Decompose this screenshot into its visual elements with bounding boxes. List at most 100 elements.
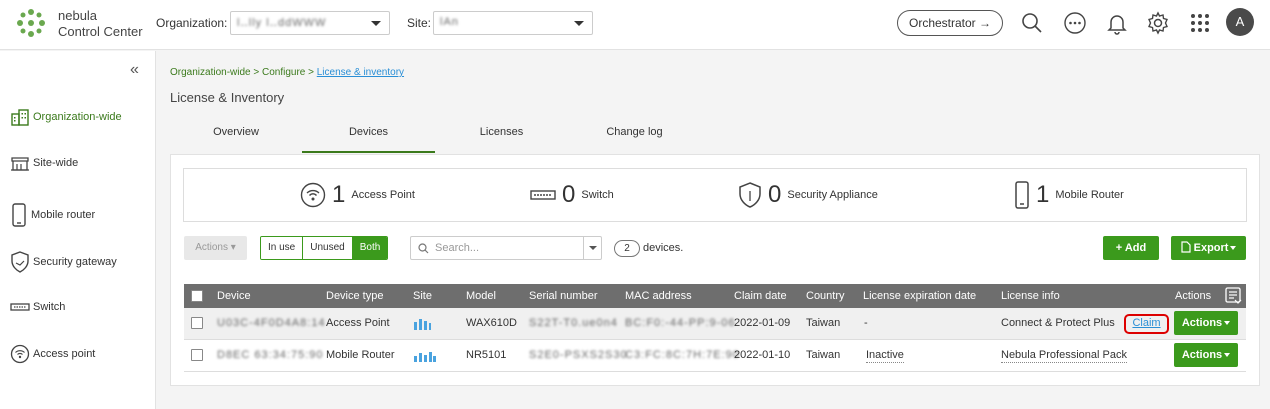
search-icon[interactable] [1020,11,1044,35]
row-actions-button[interactable]: Actions [1174,343,1238,367]
nebula-logo-icon [17,9,45,37]
search-input[interactable]: Search... [410,236,602,260]
sidebar-item-organization-wide[interactable]: Organization-wide [10,107,122,127]
license-expiration: - [864,317,868,329]
summary-access-point: 1 Access Point [300,181,415,209]
table-row[interactable]: D8EC 63:34:75:90 Mobile Router NR5101 S2… [184,340,1246,372]
filter-unused-button[interactable]: Unused [303,237,353,259]
chevron-down-icon [371,21,381,26]
claim-link[interactable]: Claim [1124,314,1169,334]
chevron-down-icon [589,246,597,250]
row-actions-button[interactable]: Actions [1174,311,1238,335]
sidebar-item-label: Security gateway [33,256,117,268]
column-header[interactable]: Device [217,284,251,308]
column-header[interactable]: Claim date [734,284,787,308]
row-checkbox[interactable] [191,349,203,361]
column-settings-icon[interactable] [1224,286,1242,306]
summary-mobile-router: 1 Mobile Router [1014,181,1124,209]
license-expiration[interactable]: Inactive [866,348,904,363]
tab-licenses[interactable]: Licenses [435,118,568,153]
export-label: Export [1193,242,1229,254]
tab-change-log[interactable]: Change log [568,118,701,153]
claim-date: 2022-01-10 [734,349,791,361]
device-name[interactable]: D8EC 63:34:75:90 [217,340,324,371]
column-header[interactable]: Site [413,284,432,308]
device-type: Access Point [326,317,390,329]
bulk-actions-button[interactable]: Actions ▾ [184,236,247,260]
avatar[interactable]: A [1226,8,1254,36]
device-summary: 1 Access Point 0 Switch 0 Security Appli… [183,168,1247,222]
serial-number: S2E0-PSXS2S30 [529,349,628,361]
tab-devices[interactable]: Devices [302,118,435,153]
sidebar-item-site-wide[interactable]: Site-wide [10,153,78,173]
filter-in-use-button[interactable]: In use [261,237,304,259]
column-header[interactable]: License info [1001,284,1060,308]
summary-label: Access Point [351,189,415,201]
column-header[interactable]: Serial number [529,284,597,308]
tab-bar: Overview Devices Licenses Change log [170,118,1260,154]
building-icon [11,109,29,126]
search-dropdown-button[interactable] [583,237,601,259]
sidebar-item-security-gateway[interactable]: Security gateway [10,251,117,273]
org-label: Organization: [156,16,228,30]
device-type: Mobile Router [326,349,395,361]
device-name[interactable]: U03C-4F0D4A8:14 [217,308,326,339]
license-info[interactable]: Nebula Professional Pack [1001,348,1127,363]
summary-count: 0 [562,181,576,208]
mac-address: BC:F0:-44-PP:9-06 [625,317,736,329]
site-icon[interactable] [414,351,436,362]
column-header[interactable]: MAC address [625,284,692,308]
breadcrumb-path: Organization-wide > Configure > [170,67,317,78]
column-header[interactable]: Model [466,284,496,308]
orchestrator-button[interactable]: Orchestrator → [897,10,1003,36]
country: Taiwan [806,317,841,329]
row-actions-label: Actions [1181,349,1223,361]
sidebar-item-switch[interactable]: Switch [10,301,65,313]
site-label: Site: [407,16,432,30]
more-icon[interactable] [1063,11,1087,35]
tab-overview[interactable]: Overview [170,118,302,153]
chevron-down-icon [574,21,584,26]
site-icon[interactable] [414,319,432,330]
breadcrumb-current-link[interactable]: License & inventory [317,67,404,78]
sidebar: « Organization-wide Site-wide Mobile rou… [0,51,156,409]
document-icon [1180,241,1191,253]
column-header[interactable]: Device type [326,284,383,308]
summary-count: 1 [332,181,346,208]
phone-icon [12,203,26,227]
export-button[interactable]: Export [1171,236,1246,260]
shield-icon [739,182,761,208]
top-bar: nebula Control Center Organization: l‥ll… [0,0,1270,50]
summary-count: 0 [768,181,782,208]
sidebar-item-mobile-router[interactable]: Mobile router [10,203,95,227]
shield-icon [11,251,29,273]
column-header[interactable]: Country [806,284,845,308]
chevron-down-icon [1224,321,1231,326]
wifi-icon [10,344,30,364]
sidebar-item-label: Switch [33,301,66,313]
add-button[interactable]: + Add [1103,236,1159,260]
row-actions-label: Actions [1181,317,1223,329]
org-dropdown[interactable]: l‥lly l‥ddWWW [230,11,390,35]
site-dropdown[interactable]: lAn [433,11,593,35]
table-row[interactable]: U03C-4F0D4A8:14 Access Point WAX610D S22… [184,308,1246,340]
column-header[interactable]: License expiration date [863,284,976,308]
switch-icon [530,190,556,200]
gear-icon[interactable] [1146,11,1170,35]
collapse-sidebar-icon[interactable]: « [130,61,139,79]
bell-icon[interactable] [1105,11,1129,35]
license-info: Connect & Protect Plus [1001,317,1115,329]
filter-both-button[interactable]: Both [352,237,388,259]
sidebar-item-label: Site-wide [33,157,79,169]
storefront-icon [11,157,29,171]
apps-grid-icon[interactable] [1188,11,1212,35]
switch-icon [10,303,30,311]
brand-line2: Control Center [58,24,143,39]
sidebar-item-access-point[interactable]: Access point [10,344,95,364]
model: NR5101 [466,349,507,361]
row-checkbox[interactable] [191,317,203,329]
wifi-icon [300,182,326,208]
sidebar-item-label: Organization-wide [33,111,122,123]
summary-security-appliance: 0 Security Appliance [738,181,878,209]
select-all-checkbox[interactable] [191,290,203,302]
